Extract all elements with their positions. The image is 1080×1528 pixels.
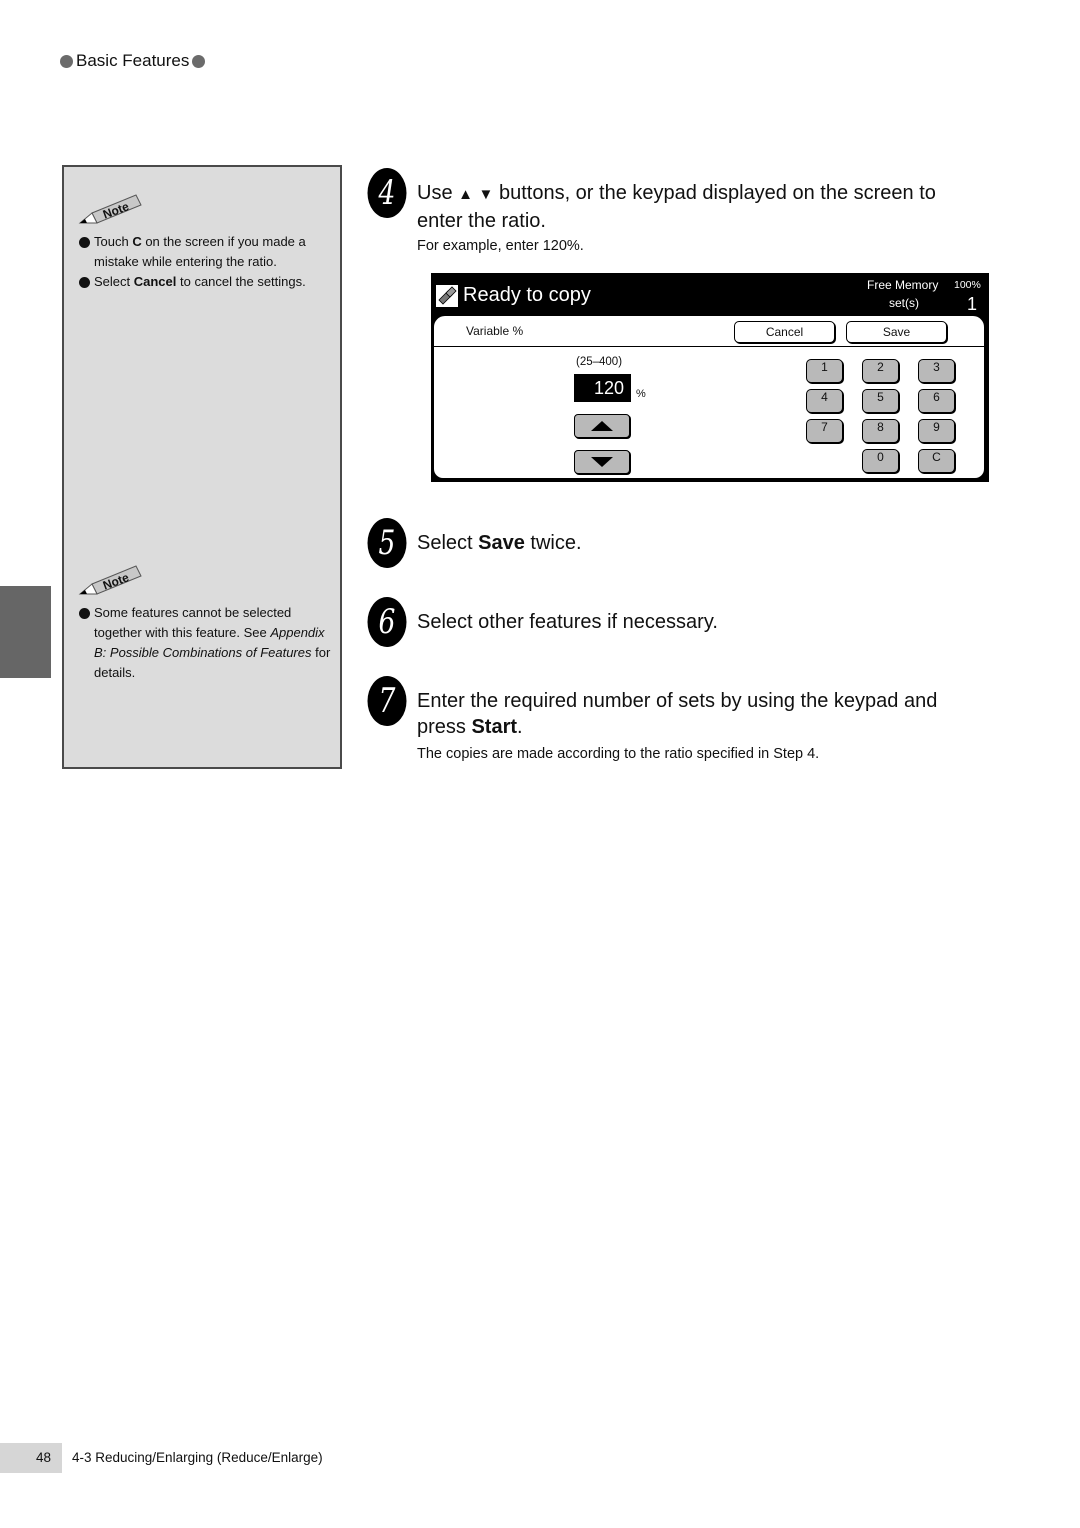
- copier-screen: Ready to copy Free Memory 100% set(s) 1 …: [431, 273, 989, 482]
- step-number-badge: 4: [367, 168, 407, 218]
- panel-bar: Variable % Cancel Save: [434, 316, 984, 347]
- keypad-key-5[interactable]: 5: [862, 389, 899, 413]
- section-header: Basic Features: [60, 51, 206, 71]
- step-subtext: For example, enter 120%.: [417, 238, 584, 254]
- sets-value: 1: [967, 294, 978, 314]
- section-title: Basic Features: [76, 51, 190, 70]
- note-item: Some features cannot be selected togethe…: [78, 603, 340, 683]
- percent-unit: %: [636, 388, 646, 400]
- ratio-value-display[interactable]: 120: [574, 374, 631, 402]
- keypad-key-9[interactable]: 9: [918, 419, 955, 443]
- copy-status-icon: [436, 285, 458, 307]
- step-title: Select other features if necessary.: [417, 611, 718, 633]
- keypad-key-7[interactable]: 7: [806, 419, 843, 443]
- range-label: (25–400): [576, 356, 623, 368]
- keypad-key-2[interactable]: 2: [862, 359, 899, 383]
- note-list-1: Touch C on the screen if you made a mist…: [78, 232, 340, 292]
- step-title: Select Save twice.: [417, 532, 582, 554]
- footer-section-title: 4-3 Reducing/Enlarging (Reduce/Enlarge): [72, 1450, 323, 1465]
- keypad-key-1[interactable]: 1: [806, 359, 843, 383]
- increase-button[interactable]: [574, 414, 630, 438]
- chapter-tab: [0, 586, 51, 678]
- keypad-key-4[interactable]: 4: [806, 389, 843, 413]
- page-number-box: [0, 1443, 62, 1473]
- note-pencil-icon: Note: [78, 565, 142, 595]
- note-label: Note: [101, 199, 131, 221]
- up-arrow-icon: [591, 421, 613, 431]
- keypad-key-0[interactable]: 0: [862, 449, 899, 473]
- note-label: Note: [101, 570, 131, 592]
- step-number-badge: 7: [367, 676, 407, 726]
- step-number-badge: 5: [367, 518, 407, 568]
- bullet-icon: [79, 237, 90, 248]
- down-arrow-icon: [591, 457, 613, 467]
- note-item: Select Cancel to cancel the settings.: [78, 272, 340, 292]
- bullet-dot-icon: [60, 54, 73, 68]
- sets-label: set(s): [889, 296, 919, 310]
- step-subtext: The copies are made according to the rat…: [417, 746, 820, 762]
- keypad-key-c[interactable]: C: [918, 449, 955, 473]
- status-text: Ready to copy: [463, 284, 591, 306]
- free-memory-value: 100%: [954, 279, 981, 291]
- step-title: Use ▲ ▼ buttons, or the keypad displayed…: [417, 182, 936, 232]
- panel-label: Variable %: [466, 324, 524, 338]
- decrease-button[interactable]: [574, 450, 630, 474]
- up-arrow-icon: ▲: [458, 186, 473, 203]
- note-item: Touch C on the screen if you made a mist…: [78, 232, 340, 272]
- keypad-key-8[interactable]: 8: [862, 419, 899, 443]
- step-number-badge: 6: [367, 597, 407, 647]
- step-title: Enter the required number of sets by usi…: [417, 690, 938, 738]
- save-button[interactable]: Save: [846, 321, 947, 343]
- free-memory-label: Free Memory: [867, 278, 939, 292]
- keypad-key-3[interactable]: 3: [918, 359, 955, 383]
- down-arrow-icon: ▼: [478, 186, 494, 203]
- variable-percent-panel: Variable % Cancel Save (25–400) 120 % 12…: [433, 315, 985, 479]
- cancel-button[interactable]: Cancel: [734, 321, 835, 343]
- note-pencil-icon: Note: [78, 194, 142, 224]
- bullet-icon: [79, 277, 90, 288]
- note-list-2: Some features cannot be selected togethe…: [78, 603, 340, 683]
- page-number: 48: [36, 1450, 52, 1465]
- keypad-key-6[interactable]: 6: [918, 389, 955, 413]
- bullet-dot-icon: [192, 54, 206, 68]
- note-panel: Note Touch C on the screen if you made a…: [62, 165, 342, 769]
- bullet-icon: [79, 608, 90, 619]
